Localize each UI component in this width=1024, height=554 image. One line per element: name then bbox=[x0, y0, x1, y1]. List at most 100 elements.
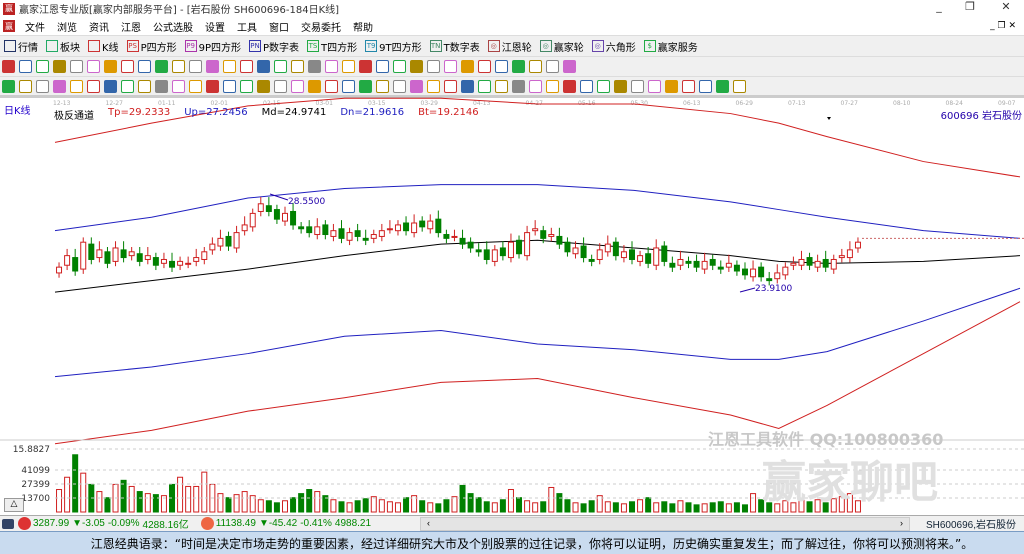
tool-icon-7[interactable] bbox=[121, 60, 134, 73]
tool-icon-24[interactable] bbox=[410, 79, 423, 93]
toolbar-button-12[interactable]: $ 赢家服务 bbox=[643, 39, 698, 54]
tool-icon-26[interactable] bbox=[444, 79, 457, 93]
tool-icon-19[interactable] bbox=[325, 79, 338, 93]
tool-icon-36[interactable] bbox=[614, 79, 627, 93]
tool-icon-2[interactable] bbox=[36, 79, 49, 93]
tool-icon-17[interactable] bbox=[291, 60, 304, 73]
tool-icon-14[interactable] bbox=[240, 79, 253, 93]
close-button[interactable]: ✕ bbox=[992, 0, 1020, 16]
tool-icon-27[interactable] bbox=[461, 79, 474, 93]
toolbar-button-8[interactable]: TN T数字表 bbox=[429, 39, 480, 54]
menu-6[interactable]: 工具 bbox=[237, 19, 257, 34]
tool-icon-21[interactable] bbox=[359, 79, 372, 93]
tool-icon-25[interactable] bbox=[427, 60, 440, 73]
toolbar-button-9[interactable]: ◎ 江恩轮 bbox=[487, 39, 532, 54]
menu-5[interactable]: 设置 bbox=[205, 19, 225, 34]
tool-icon-35[interactable] bbox=[597, 79, 610, 93]
tool-icon-43[interactable] bbox=[733, 79, 746, 93]
tool-icon-11[interactable] bbox=[189, 60, 202, 73]
toolbar-button-7[interactable]: T9 9T四方形 bbox=[365, 39, 422, 54]
tool-icon-28[interactable] bbox=[478, 60, 491, 73]
tool-icon-3[interactable] bbox=[53, 60, 66, 73]
toolbar-button-3[interactable]: PS P四方形 bbox=[126, 39, 177, 54]
tool-icon-1[interactable] bbox=[19, 79, 32, 93]
tool-icon-8[interactable] bbox=[138, 60, 151, 73]
tool-icon-19[interactable] bbox=[325, 60, 338, 73]
tool-icon-12[interactable] bbox=[206, 60, 219, 73]
tool-icon-7[interactable] bbox=[121, 79, 134, 93]
tool-icon-26[interactable] bbox=[444, 60, 457, 73]
tool-icon-4[interactable] bbox=[70, 60, 83, 73]
toolbar-button-2[interactable]: K线 bbox=[88, 39, 119, 54]
tool-icon-32[interactable] bbox=[546, 79, 559, 93]
tool-icon-6[interactable] bbox=[104, 60, 117, 73]
tool-icon-40[interactable] bbox=[682, 79, 695, 93]
toolbar-button-6[interactable]: TS T四方形 bbox=[307, 39, 357, 54]
toolbar-button-10[interactable]: ◎ 赢家轮 bbox=[539, 39, 584, 54]
kline-chart[interactable]: 12-13 12-27 01-11 02-01 02-15 03-01 03-15 03-29… bbox=[0, 96, 1024, 515]
tool-icon-10[interactable] bbox=[172, 79, 185, 93]
tool-icon-29[interactable] bbox=[495, 79, 508, 93]
tool-icon-38[interactable] bbox=[648, 79, 661, 93]
restore-button[interactable]: ❐ bbox=[956, 0, 984, 16]
quote-grid-icon[interactable] bbox=[2, 518, 14, 529]
menu-8[interactable]: 交易委托 bbox=[301, 19, 341, 34]
collapse-button[interactable]: △ bbox=[4, 498, 24, 512]
tool-icon-13[interactable] bbox=[223, 79, 236, 93]
tool-icon-41[interactable] bbox=[699, 79, 712, 93]
tool-icon-39[interactable] bbox=[665, 79, 678, 93]
tool-icon-1[interactable] bbox=[19, 60, 32, 73]
toolbar-button-4[interactable]: P9 9P四方形 bbox=[184, 39, 241, 54]
tool-icon-28[interactable] bbox=[478, 79, 491, 93]
tool-icon-20[interactable] bbox=[342, 79, 355, 93]
menu-1[interactable]: 浏览 bbox=[57, 19, 77, 34]
tool-icon-5[interactable] bbox=[87, 60, 100, 73]
tool-icon-5[interactable] bbox=[87, 79, 100, 93]
tool-icon-0[interactable] bbox=[2, 79, 15, 93]
tool-icon-22[interactable] bbox=[376, 79, 389, 93]
tool-icon-9[interactable] bbox=[155, 60, 168, 73]
tool-icon-22[interactable] bbox=[376, 60, 389, 73]
tool-icon-14[interactable] bbox=[240, 60, 253, 73]
toolbar-button-0[interactable]: 行情 bbox=[4, 39, 38, 54]
tool-icon-4[interactable] bbox=[70, 79, 83, 93]
tool-icon-24[interactable] bbox=[410, 60, 423, 73]
menu-0[interactable]: 文件 bbox=[25, 19, 45, 34]
menu-3[interactable]: 江恩 bbox=[121, 19, 141, 34]
tool-icon-25[interactable] bbox=[427, 79, 440, 93]
tool-icon-8[interactable] bbox=[138, 79, 151, 93]
tool-icon-16[interactable] bbox=[274, 79, 287, 93]
tool-icon-15[interactable] bbox=[257, 60, 270, 73]
tool-icon-12[interactable] bbox=[206, 79, 219, 93]
tool-icon-9[interactable] bbox=[155, 79, 168, 93]
tool-icon-27[interactable] bbox=[461, 60, 474, 73]
tool-icon-17[interactable] bbox=[291, 79, 304, 93]
tool-icon-31[interactable] bbox=[529, 60, 542, 73]
tool-icon-34[interactable] bbox=[580, 79, 593, 93]
tool-icon-11[interactable] bbox=[189, 79, 202, 93]
tool-icon-30[interactable] bbox=[512, 79, 525, 93]
menu-4[interactable]: 公式选股 bbox=[153, 19, 193, 34]
toolbar-button-1[interactable]: 板块 bbox=[46, 39, 80, 54]
menu-2[interactable]: 资讯 bbox=[89, 19, 109, 34]
tool-icon-13[interactable] bbox=[223, 60, 236, 73]
tool-icon-15[interactable] bbox=[257, 79, 270, 93]
toolbar-button-11[interactable]: ◎ 六角形 bbox=[591, 39, 636, 54]
mdi-window-controls[interactable]: _ ❐ ✕ bbox=[990, 21, 1016, 31]
tool-icon-10[interactable] bbox=[172, 60, 185, 73]
tool-icon-3[interactable] bbox=[53, 79, 66, 93]
ticker-scrollbar[interactable]: ‹ › bbox=[420, 516, 910, 531]
tool-icon-33[interactable] bbox=[563, 79, 576, 93]
tool-icon-2[interactable] bbox=[36, 60, 49, 73]
tool-icon-21[interactable] bbox=[359, 60, 372, 73]
tool-icon-31[interactable] bbox=[529, 79, 542, 93]
tool-icon-30[interactable] bbox=[512, 60, 525, 73]
tool-icon-42[interactable] bbox=[716, 79, 729, 93]
minimize-button[interactable]: _ bbox=[925, 0, 953, 16]
tool-icon-33[interactable] bbox=[563, 60, 576, 73]
tool-icon-37[interactable] bbox=[631, 79, 644, 93]
tool-icon-0[interactable] bbox=[2, 60, 15, 73]
tool-icon-29[interactable] bbox=[495, 60, 508, 73]
tool-icon-6[interactable] bbox=[104, 79, 117, 93]
tool-icon-16[interactable] bbox=[274, 60, 287, 73]
